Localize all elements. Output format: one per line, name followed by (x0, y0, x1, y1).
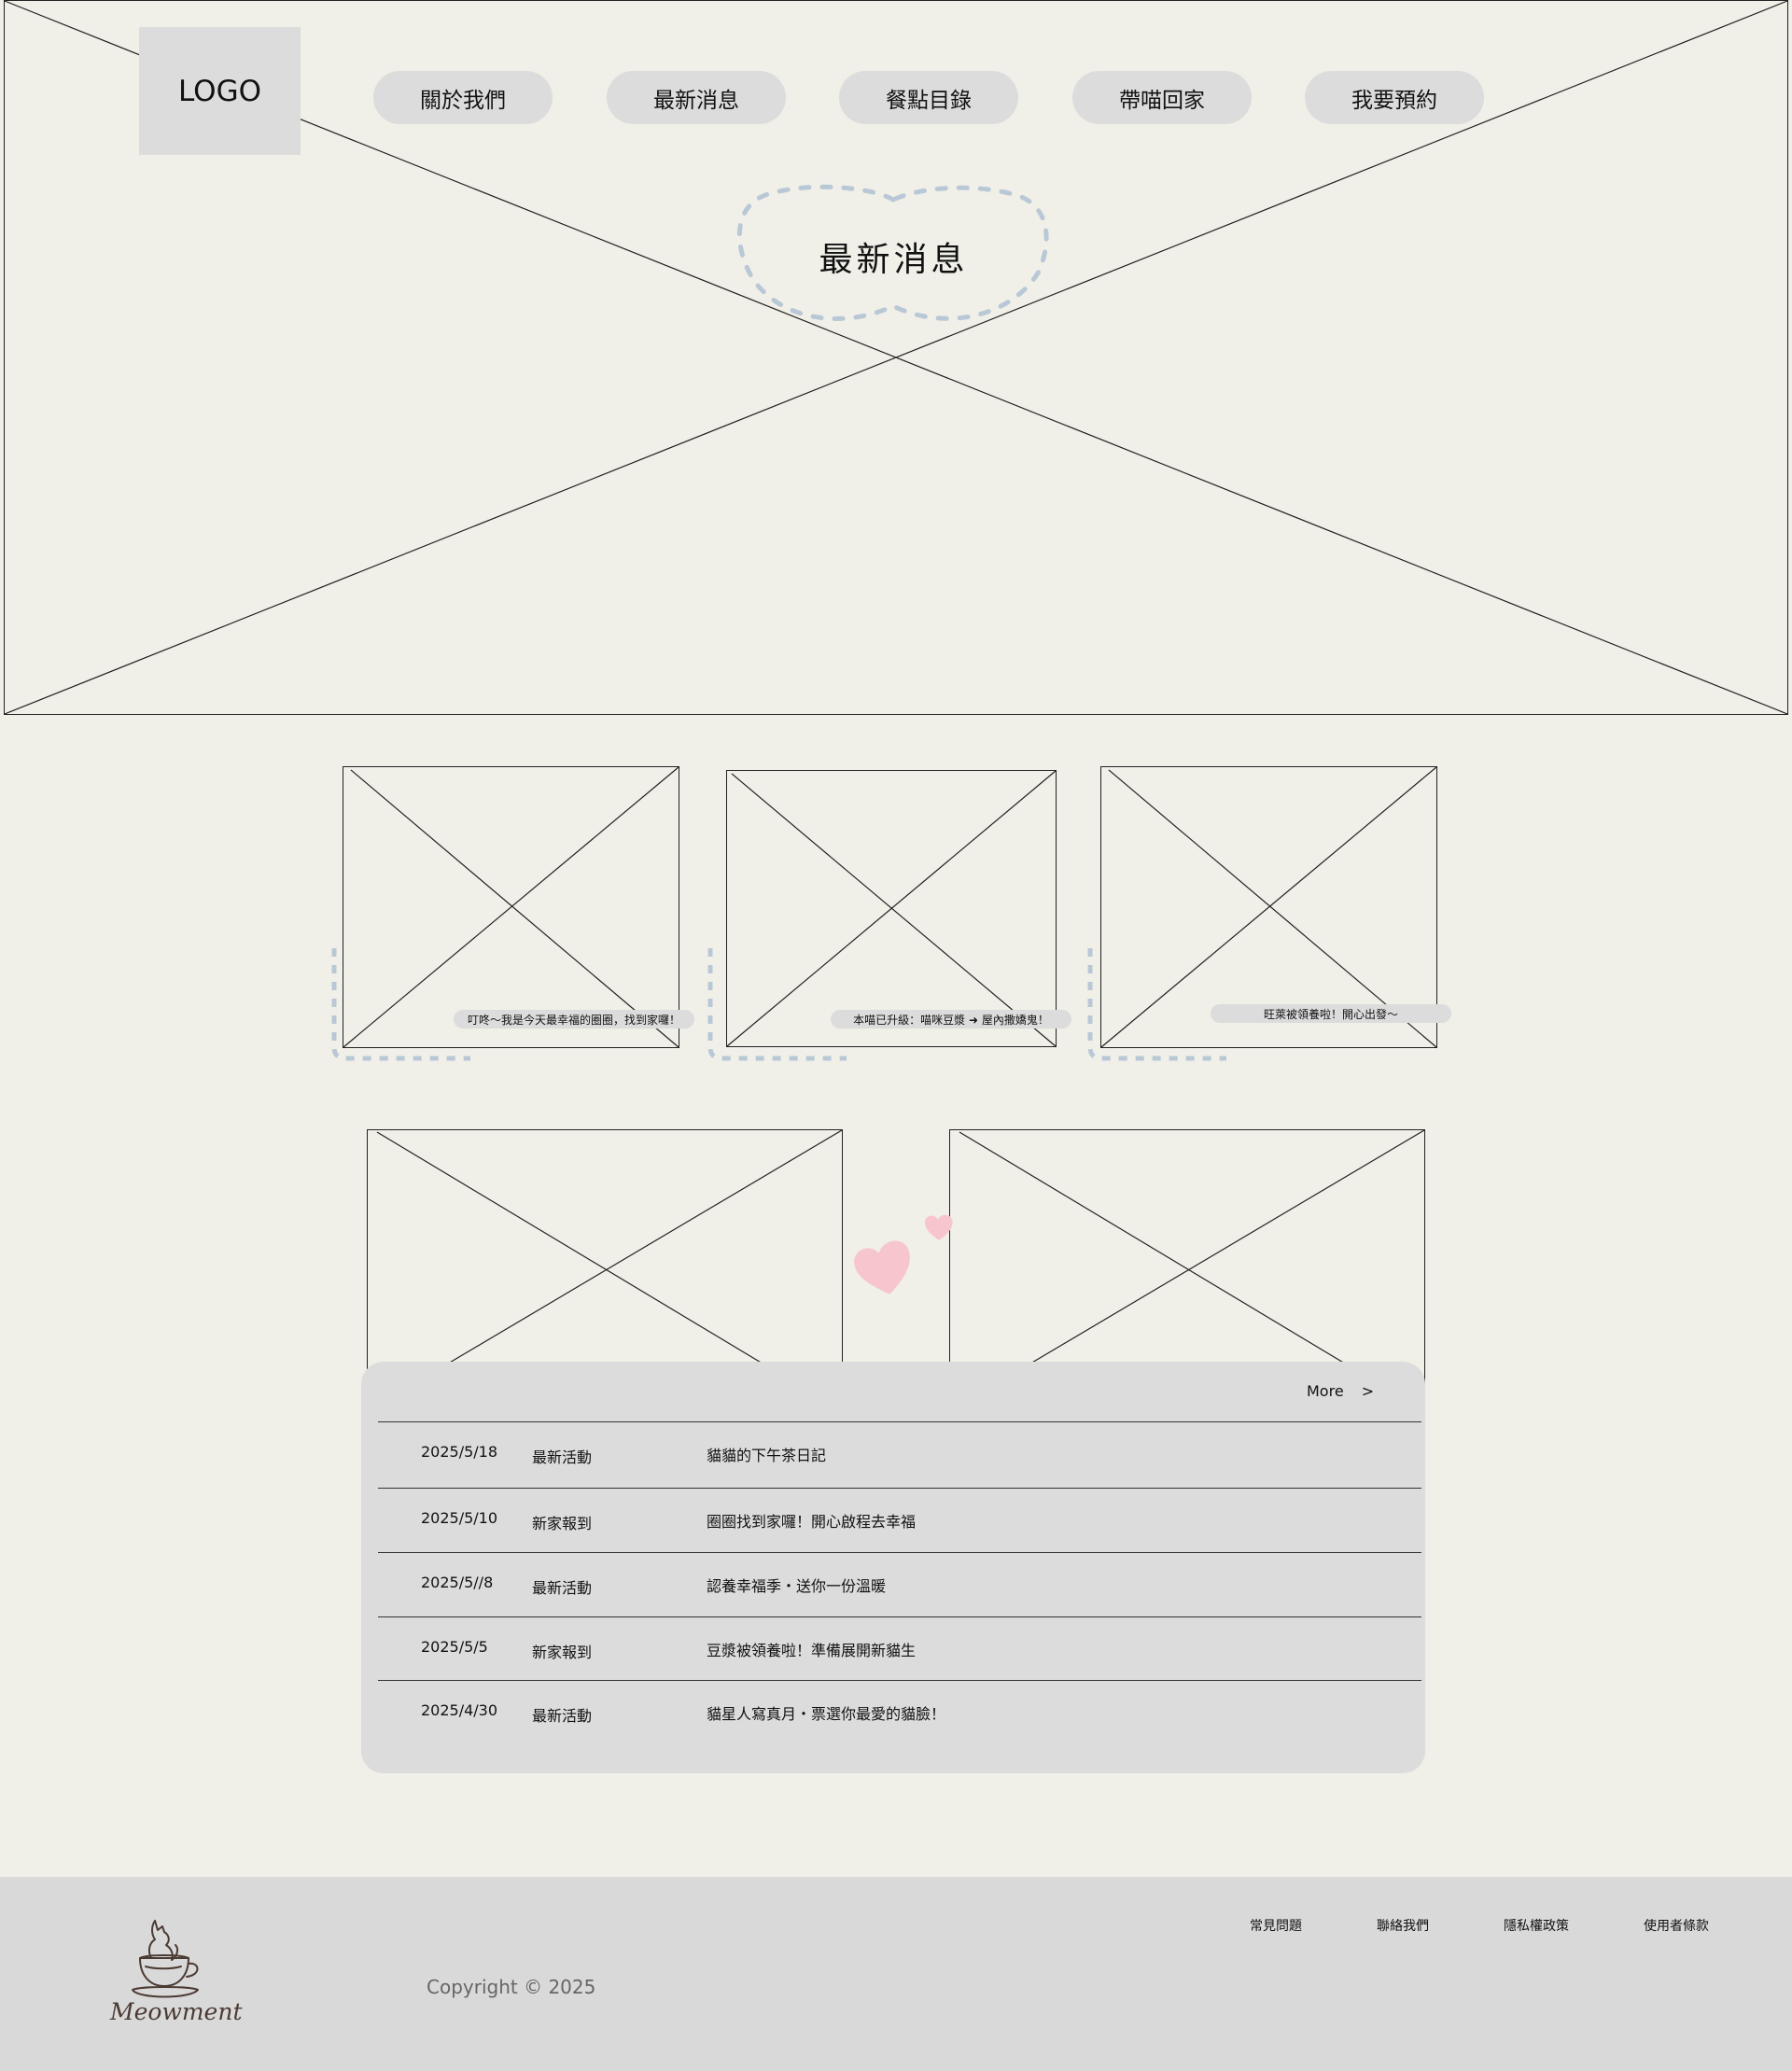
news-date: 2025/5/18 (421, 1443, 498, 1461)
news-category: 新家報到 (532, 1644, 593, 1661)
logo-text: LOGO (178, 74, 261, 108)
news-title: 豆漿被領養啦！準備展開新貓生 (707, 1642, 917, 1659)
hero-title-badge: 最新消息 (733, 183, 1055, 330)
copyright-text: Copyright © 2025 (427, 1976, 596, 1998)
news-category: 新家報到 (532, 1515, 593, 1532)
footer (0, 1877, 1792, 2071)
news-category: 最新活動 (532, 1579, 593, 1597)
news-date: 2025/5//8 (421, 1574, 494, 1591)
news-row[interactable]: 2025/5/10 新家報到 圈圈找到家囉！開心啟程去幸福 (378, 1488, 1421, 1555)
card-caption: 本喵已升級：喵咪豆漿 ➜ 屋內撒嬌鬼！ (831, 1010, 1071, 1029)
footer-link-faq[interactable]: 常見問題 (1250, 1916, 1302, 1935)
logo[interactable]: LOGO (139, 27, 301, 155)
brand-name: Meowment (110, 1998, 243, 2025)
heart-icon (924, 1214, 953, 1240)
placeholder-cross (343, 766, 679, 1048)
more-link[interactable]: More > (1307, 1382, 1374, 1400)
news-title: 貓星人寫真月・票選你最愛的貓臉！ (707, 1705, 946, 1723)
news-category: 最新活動 (532, 1448, 593, 1466)
news-card-image[interactable]: 本喵已升級：喵咪豆漿 ➜ 屋內撒嬌鬼！ (726, 770, 1071, 1047)
nav-booking-label: 我要預約 (1351, 88, 1437, 113)
news-date: 2025/5/5 (421, 1638, 488, 1656)
card-caption: 旺萊被領養啦！開心出發～ (1211, 1004, 1451, 1023)
nav-news-label: 最新消息 (653, 88, 739, 113)
nav-booking[interactable]: 我要預約 (1305, 71, 1484, 124)
news-date: 2025/5/10 (421, 1509, 498, 1527)
nav-about[interactable]: 關於我們 (373, 71, 553, 124)
nav-news[interactable]: 最新消息 (607, 71, 786, 124)
footer-link-privacy[interactable]: 隱私權政策 (1504, 1916, 1569, 1935)
news-card-image[interactable]: 旺萊被領養啦！開心出發～ (1100, 766, 1451, 1048)
cat-in-cup-logo-icon[interactable] (129, 1913, 217, 2002)
page-title: 最新消息 (819, 241, 969, 279)
news-row[interactable]: 2025/5/5 新家報到 豆漿被領養啦！準備展開新貓生 (378, 1616, 1421, 1684)
news-row[interactable]: 2025/5//8 最新活動 認養幸福季・送你一份溫暖 (378, 1552, 1421, 1619)
footer-link-terms[interactable]: 使用者條款 (1644, 1916, 1709, 1935)
placeholder-cross (726, 770, 1057, 1047)
news-title: 貓貓的下午茶日記 (707, 1447, 827, 1464)
heart-icon (854, 1240, 910, 1294)
news-date: 2025/4/30 (421, 1701, 498, 1719)
nav-adopt[interactable]: 帶喵回家 (1072, 71, 1252, 124)
nav-menu[interactable]: 餐點目錄 (839, 71, 1018, 124)
news-row[interactable]: 2025/5/18 最新活動 貓貓的下午茶日記 (378, 1421, 1421, 1489)
footer-link-contact[interactable]: 聯絡我們 (1377, 1916, 1429, 1935)
news-category: 最新活動 (532, 1707, 593, 1725)
nav-about-label: 關於我們 (420, 88, 506, 113)
card-caption: 叮咚～我是今天最幸福的圈圈，找到家囉！ (454, 1010, 694, 1029)
nav-menu-label: 餐點目錄 (886, 88, 972, 113)
news-row[interactable]: 2025/4/30 最新活動 貓星人寫真月・票選你最愛的貓臉！ (378, 1680, 1421, 1747)
news-title: 認養幸福季・送你一份溫暖 (707, 1577, 887, 1595)
nav-adopt-label: 帶喵回家 (1119, 88, 1205, 113)
news-card-image[interactable]: 叮咚～我是今天最幸福的圈圈，找到家囉！ (343, 766, 694, 1048)
news-title: 圈圈找到家囉！開心啟程去幸福 (707, 1513, 917, 1531)
